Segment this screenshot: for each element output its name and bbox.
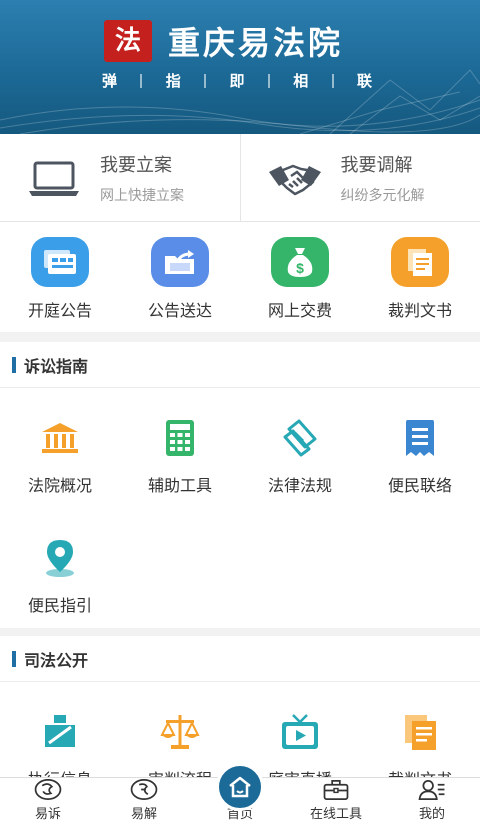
quick-item-online-payment[interactable]: $ 网上交费 [240,222,360,332]
quick-item-court-notice[interactable]: 开庭公告 [0,222,120,332]
guide-label: 法院概况 [27,476,92,495]
tab-online-tools[interactable]: 在线工具 [288,778,384,825]
section-title: 司法公开 [24,650,89,670]
yijie-icon [130,779,158,800]
handshake-icon [268,164,321,195]
gavel-icon [38,710,82,754]
calculator-icon [158,416,202,460]
documents-icon [391,237,449,287]
judicial-label: 执行信息 [28,766,92,777]
quick-item-notice-delivery[interactable]: 公告送达 [120,222,240,332]
slogan-divider [140,73,143,88]
judicial-item-live-trial[interactable]: 庭审直播 [240,682,360,777]
location-pin-icon [38,536,82,580]
tab-label: 在线工具 [309,807,362,822]
quick-label: 裁判文书 [387,301,452,320]
file-case-subtitle: 网上快捷立案 [100,187,184,204]
file-case-button[interactable]: 我要立案 网上快捷立案 [0,134,240,221]
slogan-char: 联 [356,72,372,90]
tv-play-icon [278,710,322,754]
section-header: 诉讼指南 [0,342,480,388]
tab-label: 易诉 [34,807,61,822]
mediation-button[interactable]: 我要调解 纠纷多元化解 [239,134,480,221]
toolbox-icon [323,780,349,800]
mediation-subtitle: 纠纷多元化解 [340,187,425,204]
court-logo: 法 [104,20,152,62]
guide-item-court-overview[interactable]: 法院概况 [0,388,120,508]
home-icon[interactable] [216,763,264,811]
scroll-icon [278,416,322,460]
slogan-char: 弹 [102,72,118,90]
slogan-divider [267,73,270,88]
yisu-icon [34,779,62,800]
primary-actions: 我要立案 网上快捷立案 我要调解 纠纷多元化解 [0,134,480,222]
judicial-item-enforcement[interactable]: 执行信息 [0,682,120,777]
judicial-item-trial-process[interactable]: 审判流程 [120,682,240,777]
judicial-label: 庭审直播 [268,766,332,777]
slogan-char: 即 [229,72,245,90]
profile-icon [418,780,445,800]
tab-label: 我的 [418,807,445,822]
guide-section: 诉讼指南 法院概况 辅助工具 法律法规 便民联络 便民指引 [0,342,480,628]
guide-item-tools[interactable]: 辅助工具 [120,388,240,508]
quick-item-judgments[interactable]: 裁判文书 [360,222,480,332]
guide-label: 辅助工具 [147,476,212,495]
svg-text:$: $ [296,260,304,276]
judicial-item-judgments[interactable]: 裁判文书 [360,682,480,777]
section-header: 司法公开 [0,636,480,682]
quick-services: 开庭公告 公告送达 $ 网上交费 裁判文书 [0,222,480,332]
laptop-icon [29,161,79,196]
guide-label: 便民联络 [387,476,452,495]
tab-label: 易解 [130,807,157,822]
slogan-divider [331,73,334,88]
section-marker [12,356,16,373]
slogan-char: 指 [165,72,181,90]
mediation-title: 我要调解 [340,154,413,176]
header-banner: 法 重庆易法院 弹 指 即 相 联 [0,0,480,134]
money-bag-icon: $ [271,237,329,287]
tab-yijie[interactable]: 易解 [96,778,192,825]
receipt-icon [398,416,442,460]
slogan-char: 相 [293,72,309,90]
guide-label: 便民指引 [27,596,92,615]
quick-label: 网上交费 [267,301,332,320]
scales-icon [158,710,202,754]
documents-icon [398,710,442,754]
quick-label: 开庭公告 [27,301,92,320]
courthouse-icon [38,416,82,460]
slogan: 弹 指 即 相 联 [102,70,372,91]
tab-yisu[interactable]: 易诉 [0,778,96,825]
folder-share-icon [151,237,209,287]
section-marker [12,650,16,667]
judicial-label: 审判流程 [148,766,212,777]
judicial-section: 司法公开 执行信息 [0,636,480,777]
tab-profile[interactable]: 我的 [384,778,480,825]
judicial-label: 裁判文书 [388,766,452,777]
file-case-title: 我要立案 [100,154,172,176]
guide-item-directions[interactable]: 便民指引 [0,508,120,628]
section-title: 诉讼指南 [24,356,89,376]
quick-label: 公告送达 [147,301,212,320]
slogan-divider [204,73,207,88]
guide-grid: 法院概况 辅助工具 法律法规 便民联络 便民指引 [0,388,480,628]
guide-item-laws[interactable]: 法律法规 [240,388,360,508]
guide-item-contacts[interactable]: 便民联络 [360,388,480,508]
court-notice-icon [31,237,89,287]
guide-label: 法律法规 [267,476,332,495]
app-title: 重庆易法院 [168,24,344,62]
